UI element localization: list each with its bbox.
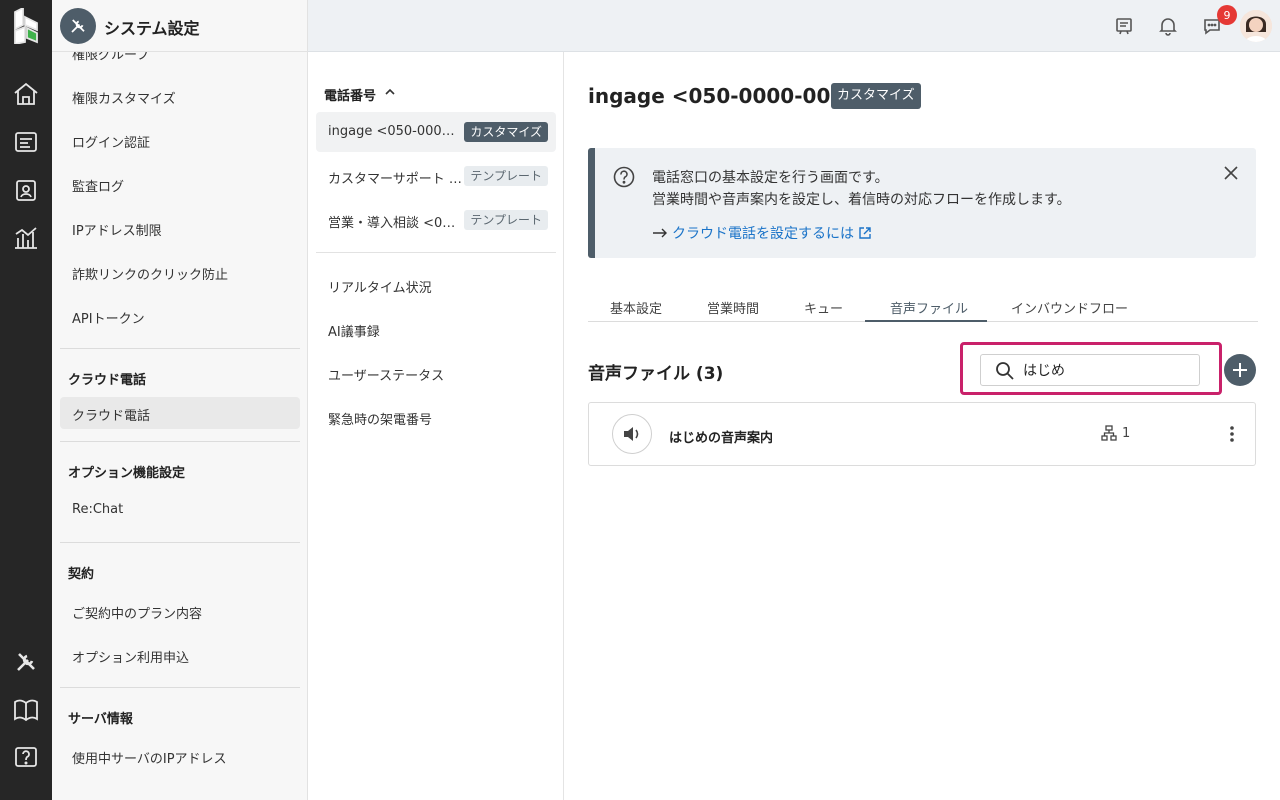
nav-item-permission-group[interactable]: 権限グループ: [72, 52, 149, 63]
search-icon: [996, 362, 1014, 380]
phone-number-label: 営業・導入相談 <050-0000-0000>: [328, 216, 462, 231]
nav-item-cloud-phone[interactable]: クラウド電話: [72, 405, 150, 424]
tab-business-hours[interactable]: 営業時間: [707, 298, 759, 317]
phone-numbers-heading[interactable]: 電話番号: [324, 85, 376, 104]
active-tab-indicator: [865, 320, 987, 322]
info-text-line1: 電話窓口の基本設定を行う画面です。: [652, 170, 889, 186]
logo-icon: [14, 6, 38, 46]
help-link-label: クラウド電話を設定するには: [672, 226, 854, 242]
nav-item-audit-log[interactable]: 監査ログ: [72, 176, 124, 195]
arrow-right-icon: [653, 228, 667, 238]
tab-inbound-flow[interactable]: インバウンドフロー: [1011, 298, 1128, 317]
speaker-icon: [624, 427, 639, 441]
announcement-icon[interactable]: [1113, 15, 1135, 37]
phone-number-item[interactable]: 営業・導入相談 <050-0000-0000> テンプレート: [316, 200, 556, 240]
nav-item-server-ip[interactable]: 使用中サーバのIPアドレス: [72, 748, 227, 767]
nav-item-rechat[interactable]: Re:Chat: [72, 502, 123, 517]
notification-badge: 9: [1217, 5, 1237, 25]
template-tag: テンプレート: [464, 210, 548, 230]
customize-tag: カスタマイズ: [464, 122, 548, 142]
tab-bar: 基本設定 営業時間 キュー 音声ファイル インバウンドフロー: [588, 298, 1258, 322]
book-icon[interactable]: [12, 696, 40, 724]
nav-item-emergency-number[interactable]: 緊急時の架電番号: [328, 409, 432, 428]
nav-item-api-token[interactable]: APIトークン: [72, 308, 145, 327]
nav-item-plan[interactable]: ご契約中のプラン内容: [72, 603, 202, 622]
flow-tree-icon: [1101, 425, 1117, 441]
close-icon[interactable]: [1224, 166, 1238, 180]
external-link-icon: [859, 227, 871, 239]
nav-item-ip-restriction[interactable]: IPアドレス制限: [72, 220, 162, 239]
divider: [316, 252, 556, 253]
phone-number-item[interactable]: ingage <050-0000-0000> カスタマイズ: [316, 112, 556, 152]
section-cloud-phone: クラウド電話: [68, 373, 147, 388]
usage-count-value: 1: [1122, 425, 1131, 441]
phone-sidebar: 電話番号 ingage <050-0000-0000> カスタマイズ カスタマー…: [308, 52, 564, 800]
more-vert-icon[interactable]: [1229, 425, 1235, 443]
nav-item-phishing-protection[interactable]: 詐欺リンクのクリック防止: [72, 264, 228, 283]
speaker-button[interactable]: [612, 414, 652, 454]
main-content: ingage <050-0000-0000> カスタマイズ 電話窓口の基本設定を…: [564, 52, 1280, 800]
section-options: オプション機能設定: [68, 466, 186, 481]
section-title: 音声ファイル (3): [588, 364, 724, 384]
nav-item-realtime[interactable]: リアルタイム状況: [328, 277, 432, 296]
phone-number-label: ingage <050-0000-0000>: [328, 124, 462, 139]
settings-header: システム設定: [52, 0, 308, 52]
page-header-title: システム設定: [104, 19, 200, 38]
nav-item-ai-minutes[interactable]: AI議事録: [328, 321, 380, 340]
audio-file-name: はじめの音声案内: [669, 431, 774, 446]
section-server: サーバ情報: [68, 712, 133, 727]
divider: [60, 542, 300, 543]
tools-icon[interactable]: [12, 648, 40, 676]
info-banner: 電話窓口の基本設定を行う画面です。 営業時間や音声案内を設定し、着信時の対応フロ…: [588, 148, 1256, 258]
tab-audio-files[interactable]: 音声ファイル: [890, 298, 968, 317]
divider: [60, 441, 300, 442]
bell-icon[interactable]: [1157, 15, 1179, 37]
plus-icon: [1233, 363, 1247, 377]
home-icon[interactable]: [12, 80, 40, 108]
help-icon[interactable]: [12, 744, 40, 772]
nav-item-option-apply[interactable]: オプション利用申込: [72, 647, 189, 666]
board-icon[interactable]: [12, 128, 40, 156]
tools-badge-icon: [60, 8, 96, 44]
analytics-icon[interactable]: [12, 224, 40, 252]
user-avatar[interactable]: [1240, 10, 1272, 42]
section-contract: 契約: [68, 567, 95, 582]
app-rail: [0, 0, 52, 800]
help-link[interactable]: クラウド電話を設定するには: [652, 223, 872, 243]
search-box[interactable]: [980, 354, 1200, 386]
search-input[interactable]: [1023, 360, 1193, 380]
phone-number-label: カスタマーサポート <050-0000-0000>: [328, 172, 462, 187]
contacts-icon[interactable]: [12, 176, 40, 204]
nav-item-login-auth[interactable]: ログイン認証: [72, 132, 150, 151]
tab-queue[interactable]: キュー: [804, 298, 843, 317]
audio-file-row[interactable]: はじめの音声案内 1: [588, 402, 1256, 466]
question-icon: [613, 166, 635, 188]
add-audio-button[interactable]: [1224, 354, 1256, 386]
divider: [60, 687, 300, 688]
info-text-line2: 営業時間や音声案内を設定し、着信時の対応フローを作成します。: [652, 192, 1071, 208]
template-tag: テンプレート: [464, 166, 548, 186]
divider: [60, 348, 300, 349]
usage-count: 1: [1101, 425, 1130, 441]
app-logo[interactable]: [12, 6, 40, 46]
phone-number-item[interactable]: カスタマーサポート <050-0000-0000> テンプレート: [316, 156, 556, 196]
settings-sidebar: 権限グループ 権限カスタマイズ ログイン認証 監査ログ IPアドレス制限 詐欺リ…: [52, 52, 308, 800]
customize-tag: カスタマイズ: [831, 83, 921, 109]
tab-basic[interactable]: 基本設定: [610, 298, 662, 317]
nav-item-permission-customize[interactable]: 権限カスタマイズ: [72, 88, 176, 107]
chevron-up-icon[interactable]: [384, 86, 396, 98]
nav-item-user-status[interactable]: ユーザーステータス: [328, 365, 444, 384]
